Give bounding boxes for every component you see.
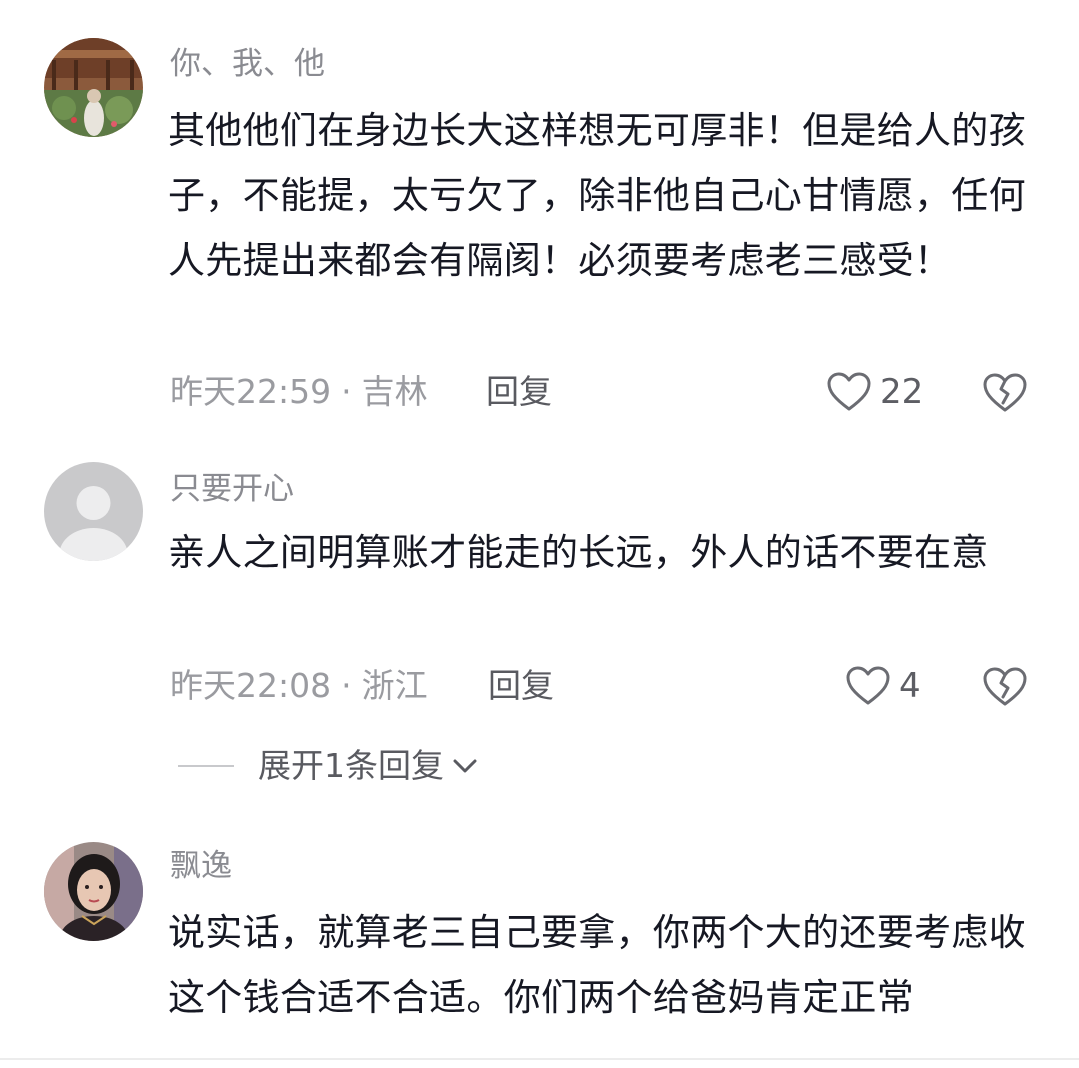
comment-text: 说实话，就算老三自己要拿，你两个大的还要考虑收这个钱合适不合适。你们两个给爸妈肯… [168,911,1026,1019]
comment-item: 飘逸 说实话，就算老三自己要拿，你两个大的还要考虑收这个钱合适不合适。你们两个给… [0,0,1079,1058]
avatar[interactable] [44,842,143,941]
username[interactable]: 飘逸 [170,846,232,886]
bottom-divider [0,1058,1079,1060]
woman-photo-avatar-icon [44,842,143,941]
